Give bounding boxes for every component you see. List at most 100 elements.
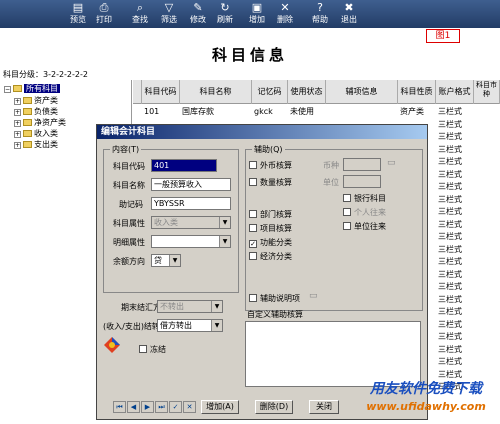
grid-cell-format[interactable]: 三栏式: [436, 244, 474, 255]
print-button[interactable]: ⎙ 打印: [91, 1, 117, 27]
first-record-button[interactable]: ⏮: [113, 401, 126, 413]
col-header-memo[interactable]: 记忆码: [252, 80, 288, 104]
unit-input[interactable]: [343, 175, 381, 188]
memo-input[interactable]: YBYSSR: [151, 197, 231, 210]
tree-item-income[interactable]: + 收入类: [14, 128, 58, 139]
aux-note-checkbox[interactable]: 辅助说明项: [249, 293, 300, 304]
grid-cell-nature[interactable]: 资产类: [398, 106, 436, 117]
grid-cell-format[interactable]: 三栏式: [436, 219, 474, 230]
grid-cell-format[interactable]: 三栏式: [436, 344, 474, 355]
project-checkbox[interactable]: 项目核算: [249, 223, 292, 234]
grid-cell-format[interactable]: 三栏式: [436, 319, 474, 330]
grid-cell-format[interactable]: 三栏式: [436, 119, 474, 130]
col-header-status[interactable]: 使用状态: [288, 80, 326, 104]
confirm-button[interactable]: ✓: [169, 401, 182, 413]
grid-cell-format[interactable]: 三栏式: [436, 356, 474, 367]
expand-icon[interactable]: +: [14, 131, 21, 138]
code-input[interactable]: 401: [151, 159, 217, 172]
tree-item-assets[interactable]: + 资产类: [14, 95, 58, 106]
name-input[interactable]: 一般预算收入: [151, 178, 231, 191]
dialog-add-button[interactable]: 增加(A): [201, 400, 239, 414]
exit-button[interactable]: ✖ 退出: [336, 1, 362, 27]
dept-checkbox[interactable]: 部门核算: [249, 209, 292, 220]
grid-cell-format[interactable]: 三栏式: [436, 306, 474, 317]
quantity-checkbox[interactable]: 数量核算: [249, 177, 292, 188]
prev-record-button[interactable]: ◀: [127, 401, 140, 413]
chevron-down-icon: ▼: [169, 255, 180, 266]
grid-cell-status[interactable]: 未使用: [288, 106, 326, 117]
grid-cell-format[interactable]: 三栏式: [436, 194, 474, 205]
preview-button[interactable]: ▤ 预览: [65, 1, 91, 27]
expand-icon[interactable]: +: [14, 142, 21, 149]
folder-icon: [23, 130, 32, 137]
grid-cell-format[interactable]: 三栏式: [436, 231, 474, 242]
last-record-button[interactable]: ⏭: [155, 401, 168, 413]
grid-cell-format[interactable]: 三栏式: [436, 144, 474, 155]
personal-contact-checkbox[interactable]: 个人往来: [343, 207, 386, 218]
unit-contact-checkbox[interactable]: 单位往来: [343, 221, 386, 232]
grid-cell-memo[interactable]: gkck: [252, 106, 288, 117]
col-header-aux[interactable]: 辅项信息: [326, 80, 398, 104]
grid-cell-aux[interactable]: [326, 106, 398, 117]
currency-input[interactable]: [343, 158, 381, 171]
cancel-button[interactable]: ✕: [183, 401, 196, 413]
grid-cell-format[interactable]: 三栏式: [436, 256, 474, 267]
foreign-currency-checkbox[interactable]: 外币核算: [249, 160, 292, 171]
grid-cell-format[interactable]: 三栏式: [436, 156, 474, 167]
col-header-currency[interactable]: 科目市种: [474, 80, 500, 104]
transfer-select[interactable]: 借方转出 ▼: [157, 319, 223, 332]
dialog-delete-button[interactable]: 删除(D): [255, 400, 293, 414]
folder-icon[interactable]: ▭: [309, 291, 318, 301]
preview-icon: ▤: [72, 1, 84, 14]
grid-cell-format[interactable]: 三栏式: [436, 269, 474, 280]
tree-item-net-assets[interactable]: + 净资产类: [14, 117, 66, 128]
expand-icon[interactable]: +: [14, 120, 21, 127]
refresh-icon: ↻: [220, 1, 230, 14]
tree-root[interactable]: − 所有科目: [4, 83, 60, 94]
grid-cell-format[interactable]: 三栏式: [436, 206, 474, 217]
add-button[interactable]: ▣ 增加: [244, 1, 270, 27]
grid-cell-format[interactable]: 三栏式: [436, 131, 474, 142]
tree-item-liabilities[interactable]: + 负债类: [14, 106, 58, 117]
help-button[interactable]: ? 帮助: [307, 1, 333, 27]
collapse-icon[interactable]: −: [4, 86, 11, 93]
tree-item-expense[interactable]: + 支出类: [14, 139, 58, 150]
col-header-code[interactable]: 科目代码: [142, 80, 180, 104]
economic-class-checkbox[interactable]: 经济分类: [249, 251, 292, 262]
chevron-down-icon: ▼: [211, 320, 222, 331]
grid-cell-format[interactable]: 三栏式: [436, 181, 474, 192]
grid-cell-name[interactable]: 国库存款: [180, 106, 252, 117]
delete-icon: ✕: [280, 1, 290, 14]
grid-cell-format[interactable]: 三栏式: [436, 294, 474, 305]
grid-cell-format[interactable]: 三栏式: [436, 331, 474, 342]
col-header-name[interactable]: 科目名称: [180, 80, 252, 104]
print-icon: ⎙: [99, 1, 109, 14]
find-button[interactable]: ⌕ 查找: [127, 1, 153, 27]
function-class-checkbox[interactable]: ✓ 功能分类: [249, 237, 292, 248]
bank-subject-checkbox[interactable]: 银行科目: [343, 193, 386, 204]
col-header-format[interactable]: 账户格式: [436, 80, 474, 104]
refresh-button[interactable]: ↻ 刷新: [212, 1, 238, 27]
freeze-checkbox[interactable]: 冻结: [139, 344, 166, 355]
grid-cell-format[interactable]: 三栏式: [436, 169, 474, 180]
folder-icon[interactable]: ▭: [387, 158, 396, 168]
property-select[interactable]: 收入类 ▼: [151, 216, 231, 229]
page-title: 科目信息: [211, 46, 288, 64]
delete-button[interactable]: ✕ 删除: [272, 1, 298, 27]
grid-cell-code[interactable]: 101: [142, 106, 180, 117]
grid-cell-format[interactable]: 三栏式: [436, 106, 474, 117]
period-select[interactable]: 不转出 ▼: [157, 300, 223, 313]
edit-button[interactable]: ✎ 修改: [185, 1, 211, 27]
filter-button[interactable]: ▽ 筛选: [156, 1, 182, 27]
grid-header: 科目代码 科目名称 记忆码 使用状态 辅项信息 科目性质 账户格式 科目市种: [133, 80, 500, 104]
unit-label: 单位: [323, 178, 339, 187]
add-icon: ▣: [251, 1, 263, 14]
expand-icon[interactable]: +: [14, 109, 21, 116]
grid-cell-format[interactable]: 三栏式: [436, 281, 474, 292]
dialog-close-button[interactable]: 关闭: [309, 400, 339, 414]
expand-icon[interactable]: +: [14, 98, 21, 105]
col-header-nature[interactable]: 科目性质: [398, 80, 436, 104]
detail-select[interactable]: ▼: [151, 235, 231, 248]
balance-select[interactable]: 贷 ▼: [151, 254, 181, 267]
next-record-button[interactable]: ▶: [141, 401, 154, 413]
